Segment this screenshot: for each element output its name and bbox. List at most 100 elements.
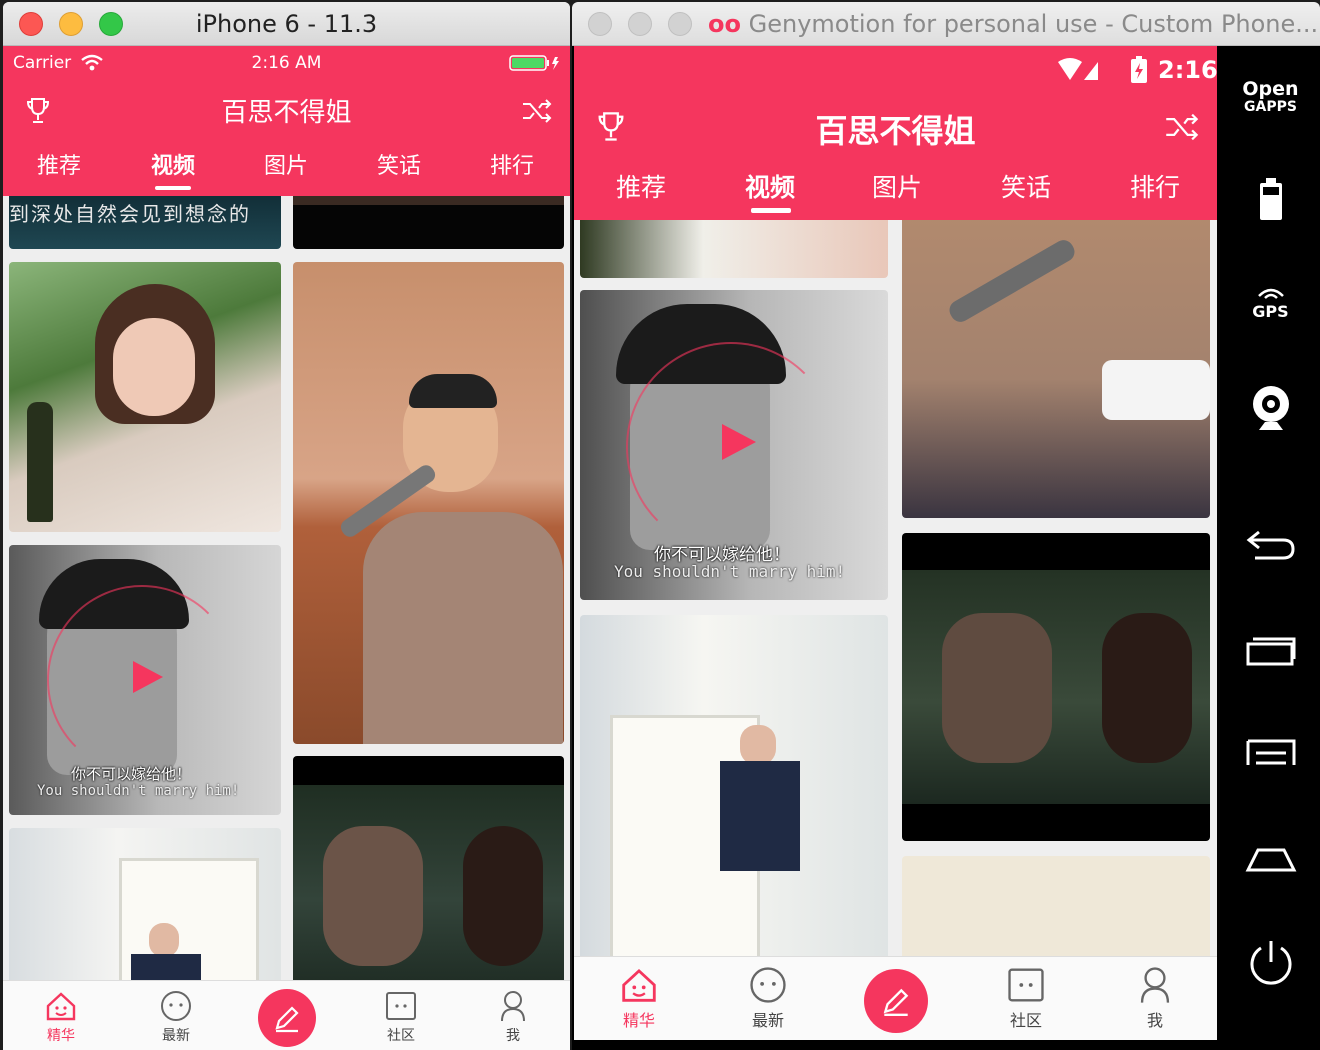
tab-joke[interactable]: 笑话 — [349, 148, 449, 180]
tab-picture[interactable]: 图片 — [842, 168, 952, 204]
tabbar-label: 最新 — [162, 1028, 190, 1044]
pencil-icon — [883, 988, 909, 1016]
tab-recommend[interactable]: 推荐 — [586, 168, 696, 204]
tabbar-label: 精华 — [47, 1028, 75, 1044]
smiley-icon — [161, 991, 191, 1021]
video-thumbnail-face — [149, 923, 179, 957]
power-button[interactable] — [1221, 938, 1320, 992]
window-title-text: Genymotion for personal use - Custom Pho… — [748, 10, 1319, 38]
wine-bottle-shape — [27, 402, 53, 522]
tab-video[interactable]: 视频 — [715, 168, 825, 204]
video-thumbnail-hair — [409, 374, 497, 408]
video-subtitle-cn: 你不可以嫁给他！ — [71, 765, 192, 783]
video-card[interactable]: 你不可以嫁给他！ You shouldn't marry him! — [580, 290, 888, 600]
community-icon — [386, 992, 416, 1020]
video-thumbnail-body — [720, 761, 800, 871]
tabbar-label: 社区 — [387, 1028, 415, 1044]
tabbar-label: 社区 — [1009, 1011, 1042, 1030]
video-card[interactable] — [580, 615, 888, 956]
tabbar-item-community[interactable]: 社区 — [981, 965, 1071, 1031]
tab-active-indicator — [751, 208, 791, 213]
publish-button[interactable] — [258, 989, 316, 1047]
tab-ranking[interactable]: 排行 — [1100, 168, 1210, 204]
video-thumbnail-face — [113, 318, 195, 416]
video-thumbnail-hair — [1102, 613, 1192, 763]
tabbar-item-latest[interactable]: 最新 — [136, 989, 216, 1045]
video-caption: 到深处自然会见到想念的 — [9, 202, 251, 226]
ios-window-title: iPhone 6 - 11.3 — [195, 10, 378, 38]
video-card[interactable] — [9, 828, 281, 980]
tab-recommend[interactable]: 推荐 — [9, 148, 109, 180]
back-button[interactable] — [1221, 528, 1320, 566]
shuffle-icon[interactable] — [1164, 112, 1200, 142]
video-card[interactable] — [293, 196, 564, 249]
genymotion-window-title: oo Genymotion for personal use - Custom … — [708, 10, 1318, 38]
tab-joke[interactable]: 笑话 — [971, 168, 1081, 204]
tabbar-item-essence[interactable]: 精华 — [594, 965, 684, 1031]
open-gapps-button[interactable]: Open GAPPS — [1221, 80, 1320, 116]
play-icon[interactable] — [722, 424, 756, 460]
tab-video[interactable]: 视频 — [123, 148, 223, 180]
play-icon[interactable] — [133, 661, 163, 693]
gps-widget-button[interactable]: GPS — [1221, 284, 1320, 320]
person-icon — [1140, 967, 1170, 1003]
battery-icon — [1259, 178, 1282, 220]
menu-button[interactable] — [1221, 738, 1320, 772]
person-icon — [501, 991, 525, 1022]
menu-icon — [1246, 739, 1295, 765]
battery-widget-button[interactable] — [1221, 178, 1320, 226]
tabbar-label: 我 — [506, 1028, 520, 1044]
close-window-button[interactable] — [588, 12, 612, 36]
video-card[interactable] — [580, 220, 888, 278]
recent-apps-icon — [1246, 637, 1295, 666]
zoom-window-button[interactable] — [668, 12, 692, 36]
tabbar-item-community[interactable]: 社区 — [361, 989, 441, 1045]
tabbar-item-me[interactable]: 我 — [1110, 965, 1200, 1031]
genymotion-window-titlebar: oo Genymotion for personal use - Custom … — [572, 2, 1320, 46]
back-icon — [1246, 530, 1295, 560]
video-card[interactable] — [293, 262, 564, 744]
video-thumbnail-hair — [463, 826, 543, 966]
tabbar-item-latest[interactable]: 最新 — [723, 965, 813, 1031]
shuffle-icon[interactable] — [521, 98, 553, 124]
battery-icon — [1131, 56, 1147, 83]
ios-window-titlebar: iPhone 6 - 11.3 — [3, 2, 570, 46]
video-card[interactable] — [902, 220, 1210, 518]
gps-label: GPS — [1252, 302, 1289, 321]
video-card[interactable] — [9, 262, 281, 532]
video-card[interactable] — [293, 756, 564, 980]
video-feed[interactable]: 你不可以嫁给他！ You shouldn't marry him! — [574, 220, 1217, 956]
bottom-tab-bar: 精华 最新 社区 我 — [3, 980, 570, 1050]
video-thumbnail-body — [363, 512, 563, 744]
house-icon — [622, 968, 656, 1002]
microphone-shape — [945, 236, 1079, 326]
tabbar-label: 最新 — [751, 1011, 784, 1030]
tabbar-item-essence[interactable]: 精华 — [21, 989, 101, 1045]
tabbar-item-me[interactable]: 我 — [473, 989, 553, 1045]
video-thumbnail-face — [942, 613, 1052, 763]
minimize-window-button[interactable] — [628, 12, 652, 36]
video-card[interactable]: 你不可以嫁给他！ You shouldn't marry him! — [9, 545, 281, 815]
video-card[interactable] — [902, 856, 1210, 956]
tab-ranking[interactable]: 排行 — [462, 148, 562, 180]
video-card[interactable] — [902, 533, 1210, 841]
publish-button[interactable] — [864, 969, 928, 1033]
video-card[interactable]: 到深处自然会见到想念的 — [9, 196, 281, 249]
home-button[interactable] — [1221, 844, 1320, 878]
recent-apps-button[interactable] — [1221, 634, 1320, 672]
community-icon — [1008, 968, 1044, 1002]
status-time: 2:16 — [1158, 56, 1217, 84]
tabbar-label: 精华 — [622, 1011, 655, 1030]
video-feed[interactable]: 到深处自然会见到想念的 你不可以嫁给他！ You shouldn't marry… — [3, 196, 570, 980]
app-title: 百思不得姐 — [221, 98, 352, 128]
power-icon — [1250, 941, 1291, 985]
video-subtitle-en: You shouldn't marry him! — [614, 562, 846, 581]
app-title: 百思不得姐 — [815, 112, 976, 150]
tab-picture[interactable]: 图片 — [236, 148, 336, 180]
battery-icon — [509, 55, 559, 71]
tab-active-indicator — [155, 186, 191, 190]
android-screen: 2:16 百思不得姐 推荐 视频 图片 笑话 排行 你不可以嫁给他！ You s… — [574, 46, 1217, 1040]
webcam-widget-button[interactable] — [1221, 384, 1320, 438]
tabbar-label: 我 — [1146, 1011, 1163, 1030]
ios-simulator-window: iPhone 6 - 11.3 Carrier 2:16 AM 百思不得姐 推荐… — [3, 2, 570, 1050]
